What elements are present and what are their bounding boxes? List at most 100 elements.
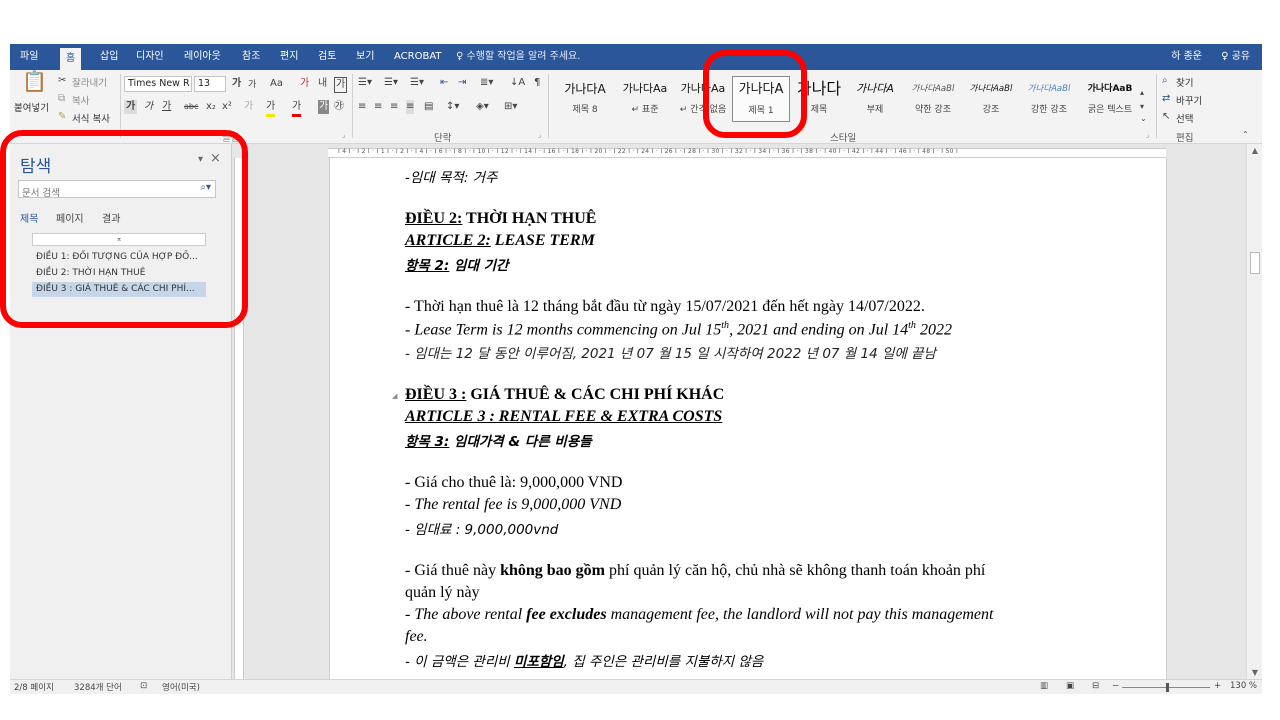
align-center-icon[interactable]: ≡ bbox=[374, 100, 382, 114]
tab-view[interactable]: 보기 bbox=[350, 44, 380, 70]
gallery-scroll-up-icon[interactable]: ▴ bbox=[1140, 86, 1144, 100]
style-normal[interactable]: 가나다Aa ↵ 표준 bbox=[616, 76, 674, 122]
word-count[interactable]: 3284개 단어 bbox=[74, 681, 122, 693]
tell-me-box[interactable]: ♀ 수행할 작업을 알려 주세요. bbox=[456, 44, 580, 70]
select-icon[interactable]: ↖ bbox=[1162, 110, 1170, 124]
show-marks-icon[interactable]: ¶ bbox=[534, 76, 540, 90]
nav-search-box[interactable]: ⌕▾ bbox=[18, 180, 216, 202]
paste-icon[interactable]: 📋 bbox=[22, 71, 47, 91]
font-color-button[interactable]: 가 bbox=[292, 100, 302, 117]
paste-button[interactable]: 붙여넣기 bbox=[14, 100, 49, 114]
style-subtitle[interactable]: 가나다A 부제 bbox=[846, 76, 904, 122]
proofing-icon[interactable]: ⊡ bbox=[140, 681, 147, 691]
article-3-heading-kr[interactable]: 항목 3: 임대가격 & 다른 비용들 bbox=[405, 430, 592, 450]
tab-file[interactable]: 파일 bbox=[14, 44, 44, 70]
style-heading-1[interactable]: 가나다A 제목 1 bbox=[732, 76, 790, 122]
increase-indent-icon[interactable]: ⇥ bbox=[458, 76, 466, 90]
strikethrough-button[interactable]: abc bbox=[184, 100, 198, 114]
print-layout-icon[interactable]: ▣ bbox=[1066, 681, 1074, 691]
nav-tab-headings[interactable]: 제목 bbox=[20, 210, 38, 225]
zoom-out-button[interactable]: − bbox=[1112, 681, 1119, 691]
copy-icon[interactable]: ⧉ bbox=[58, 92, 65, 106]
shrink-font-button[interactable]: 가 bbox=[248, 78, 256, 92]
nav-heading-article-3[interactable]: ĐIỀU 3 : GIÁ THUÊ & CÁC CHI PHÍ... bbox=[32, 282, 206, 297]
align-left-icon[interactable]: ≡ bbox=[358, 100, 366, 114]
article-3-heading-vn[interactable]: ĐIỀU 3 : GIÁ THUÊ & CÁC CHI PHÍ KHÁC bbox=[405, 386, 724, 404]
user-name[interactable]: 하 종운 bbox=[1171, 44, 1202, 70]
tab-acrobat[interactable]: ACROBAT bbox=[388, 44, 448, 70]
tab-home[interactable]: 홈 bbox=[60, 48, 82, 70]
horizontal-ruler[interactable]: I 4 I · I 2 I · I 1 I · I 2 I · I 4 I · … bbox=[328, 148, 1166, 158]
collapse-all-icon[interactable]: ⌅ bbox=[32, 233, 206, 246]
cut-button[interactable]: 잘라내기 bbox=[72, 75, 107, 89]
font-dialog-launcher-icon[interactable]: ⌟ bbox=[342, 128, 345, 142]
borders-icon[interactable]: ⊞▾ bbox=[504, 100, 517, 114]
phonetic-guide-button[interactable]: 내 bbox=[318, 77, 327, 91]
style-subtle-emphasis[interactable]: 가나다AaBl 약한 강조 bbox=[904, 76, 962, 122]
distribute-icon[interactable]: ▤ bbox=[424, 100, 433, 114]
tab-references[interactable]: 참조 bbox=[236, 44, 266, 70]
grow-font-button[interactable]: 가 bbox=[232, 77, 241, 91]
collapse-ribbon-icon[interactable]: ⌃ bbox=[1242, 128, 1249, 142]
multilevel-list-icon[interactable]: ☰▾ bbox=[410, 76, 424, 90]
numbering-icon[interactable]: ☰▾ bbox=[384, 76, 398, 90]
find-icon[interactable]: ⌕ bbox=[1162, 74, 1168, 88]
subscript-button[interactable]: x₂ bbox=[206, 100, 216, 114]
share-button[interactable]: ♀ 공유 bbox=[1221, 44, 1250, 70]
bold-button[interactable]: 가 bbox=[124, 100, 138, 114]
search-input[interactable] bbox=[19, 185, 179, 202]
find-button[interactable]: 찾기 bbox=[1176, 75, 1193, 89]
language-status[interactable]: 영어(미국) bbox=[162, 681, 200, 693]
article-2-heading-kr[interactable]: 항목 2: 임대 기간 bbox=[405, 254, 508, 274]
copy-button[interactable]: 복사 bbox=[72, 93, 89, 107]
style-no-spacing[interactable]: 가나다Aa ↵ 간격 없음 bbox=[674, 76, 732, 122]
zoom-slider-thumb[interactable] bbox=[1166, 683, 1169, 692]
page-count[interactable]: 2/8 페이지 bbox=[14, 681, 54, 693]
search-icon[interactable]: ⌕▾ bbox=[200, 182, 211, 193]
highlight-button[interactable]: 가 bbox=[266, 100, 276, 117]
superscript-button[interactable]: x² bbox=[222, 100, 232, 114]
replace-icon[interactable]: ⇄ bbox=[1162, 92, 1170, 106]
nav-heading-article-2[interactable]: ĐIỀU 2: THỜI HẠN THUÊ bbox=[32, 266, 206, 281]
select-button[interactable]: 선택 bbox=[1176, 111, 1193, 125]
gallery-more-icon[interactable]: ⌄ bbox=[1140, 112, 1147, 126]
tab-insert[interactable]: 삽입 bbox=[94, 44, 124, 70]
close-icon[interactable]: × bbox=[210, 151, 221, 166]
read-mode-icon[interactable]: ▥ bbox=[1040, 681, 1048, 691]
font-name-box[interactable]: Times New R bbox=[124, 76, 192, 92]
nav-tab-pages[interactable]: 페이지 bbox=[56, 210, 84, 225]
article-2-heading-vn[interactable]: ĐIỀU 2: THỜI HẠN THUÊ bbox=[405, 210, 596, 228]
tab-review[interactable]: 검토 bbox=[312, 44, 342, 70]
nav-tab-results[interactable]: 결과 bbox=[102, 210, 120, 225]
char-border-button[interactable]: 가 bbox=[334, 77, 348, 93]
align-right-icon[interactable]: ≡ bbox=[390, 100, 398, 114]
scroll-down-icon[interactable]: ▼ bbox=[1247, 668, 1262, 677]
nav-heading-article-1[interactable]: ĐIỀU 1: ĐỐI TƯỢNG CỦA HỢP ĐỒ... bbox=[32, 250, 206, 265]
line-spacing-icon[interactable]: ↕▾ bbox=[446, 100, 459, 114]
decrease-indent-icon[interactable]: ⇤ bbox=[440, 76, 448, 90]
change-case-button[interactable]: Aa bbox=[270, 77, 283, 91]
style-title[interactable]: 가나다 제목 bbox=[790, 76, 848, 122]
nav-options-icon[interactable]: ▾ bbox=[198, 154, 203, 165]
article-2-heading-en[interactable]: ARTICLE 2: LEASE TERM bbox=[405, 232, 595, 250]
web-layout-icon[interactable]: ⊟ bbox=[1092, 681, 1099, 691]
paragraph-dialog-launcher-icon[interactable]: ⌟ bbox=[538, 128, 541, 142]
zoom-in-button[interactable]: + bbox=[1214, 681, 1221, 691]
replace-button[interactable]: 바꾸기 bbox=[1176, 93, 1202, 107]
style-emphasis[interactable]: 가나다AaBl 강조 bbox=[962, 76, 1020, 122]
sort-icon[interactable]: ↓A bbox=[510, 76, 525, 90]
style-strong[interactable]: 가나다AaB 굵은 텍스트 bbox=[1078, 76, 1142, 122]
enclose-char-button[interactable]: ㉮ bbox=[334, 100, 344, 114]
char-shading-button[interactable]: 가 bbox=[318, 100, 330, 114]
italic-button[interactable]: 가 bbox=[144, 100, 153, 114]
scroll-up-icon[interactable]: ▲ bbox=[1247, 146, 1262, 155]
style-heading-8[interactable]: 가나다A 제목 8 bbox=[556, 76, 614, 122]
style-intense-emphasis[interactable]: 가나다AaBl 강한 강조 bbox=[1020, 76, 1078, 122]
article-3-heading-en[interactable]: ARTICLE 3 : RENTAL FEE & EXTRA COSTS bbox=[405, 408, 722, 426]
zoom-level[interactable]: 130 % bbox=[1230, 681, 1257, 691]
shading-icon[interactable]: ◈▾ bbox=[476, 100, 489, 114]
vertical-scrollbar[interactable]: ▲ ▼ bbox=[1246, 144, 1262, 679]
underline-button[interactable]: 가 bbox=[162, 100, 171, 114]
bullets-icon[interactable]: ☰▾ bbox=[358, 76, 372, 90]
tab-layout[interactable]: 레이아웃 bbox=[178, 44, 227, 70]
